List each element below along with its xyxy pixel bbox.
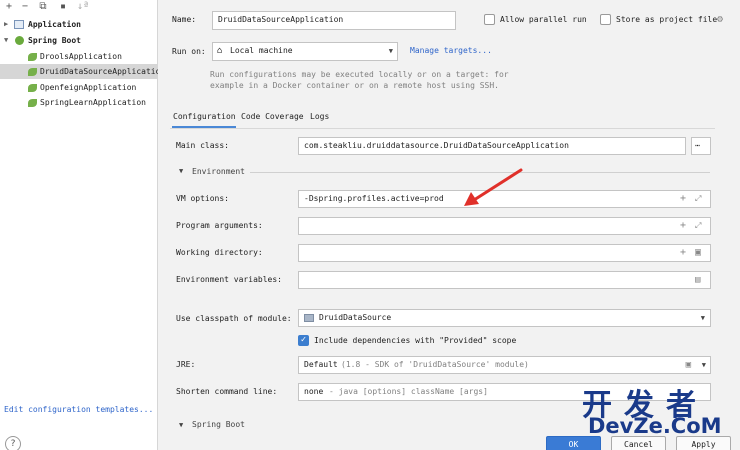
help-button[interactable]: ? (5, 436, 21, 450)
run-on-hint-line1: Run configurations may be executed local… (210, 70, 509, 79)
tree-item-druid-selected[interactable]: DruidDataSourceApplication (0, 64, 158, 79)
spring-leaf-icon (28, 99, 37, 107)
tree-item-springlearn[interactable]: SpringLearnApplication (0, 95, 158, 110)
add-icon[interactable]: + (680, 191, 686, 207)
copy-icon[interactable]: ⧉ (36, 0, 50, 14)
jre-hint: (1.8 - SDK of 'DruidDataSource' module) (341, 360, 529, 369)
section-divider (250, 172, 710, 173)
name-label: Name: (172, 15, 197, 24)
browse-main-class-button[interactable]: ⋯ (691, 137, 711, 155)
run-on-value: Local machine (230, 46, 293, 55)
environment-variables-input[interactable] (298, 271, 711, 289)
folder-icon[interactable]: ▣ (686, 357, 691, 373)
run-on-dropdown[interactable]: ⌂ Local machine ▼ (212, 42, 398, 61)
chevron-right-icon[interactable]: ▶ (4, 17, 8, 32)
allow-parallel-label: Allow parallel run (500, 15, 587, 24)
remove-icon[interactable]: − (18, 0, 32, 14)
chevron-down-icon: ▼ (701, 361, 706, 369)
ok-button[interactable]: OK (546, 436, 601, 450)
add-icon[interactable]: + (680, 245, 686, 261)
tab-code-coverage[interactable]: Code Coverage (241, 112, 304, 121)
spring-leaf-icon (28, 53, 37, 61)
add-icon[interactable]: + (680, 218, 686, 234)
include-provided-label: Include dependencies with "Provided" sco… (314, 336, 517, 345)
tab-separator (170, 128, 715, 129)
tree-item-label: DroolsApplication (40, 52, 122, 61)
store-project-label: Store as project file (616, 15, 718, 24)
run-on-label: Run on: (172, 47, 206, 56)
spring-boot-section-title: Spring Boot (192, 420, 245, 429)
manage-targets-link[interactable]: Manage targets... (410, 46, 492, 55)
jre-value: Default (304, 360, 338, 369)
jre-label: JRE: (176, 360, 196, 369)
chevron-down-icon[interactable]: ▼ (179, 167, 183, 175)
tree-item-drools[interactable]: DroolsApplication (0, 49, 158, 64)
app-config-icon (14, 20, 24, 29)
name-input[interactable]: DruidDataSourceApplication (212, 11, 456, 30)
program-arguments-label: Program arguments: (176, 221, 263, 230)
environment-section-title: Environment (192, 167, 245, 176)
run-on-hint-line2: example in a Docker container or on a re… (210, 81, 499, 90)
edit-templates-link[interactable]: Edit configuration templates... (4, 405, 153, 414)
working-directory-label: Working directory: (176, 248, 263, 257)
chevron-down-icon[interactable]: ▼ (179, 421, 183, 429)
classpath-label: Use classpath of module: (176, 314, 292, 323)
folder-icon[interactable]: ▪ (56, 0, 70, 14)
tree-item-label: SpringLearnApplication (40, 98, 146, 107)
document-icon[interactable]: ▤ (695, 272, 700, 288)
vm-options-input[interactable]: -Dspring.profiles.active=prod (298, 190, 711, 208)
tab-logs[interactable]: Logs (310, 112, 329, 121)
sort-icon[interactable]: ↓ª (76, 0, 90, 14)
spring-leaf-icon (28, 84, 37, 92)
apply-button[interactable]: Apply (676, 436, 731, 450)
tree-item-spring-boot[interactable]: ▼ Spring Boot (0, 33, 158, 48)
spring-boot-icon (15, 36, 24, 45)
watermark-english: DevZe.CoM (588, 414, 722, 438)
module-folder-icon (304, 314, 314, 322)
tree-item-label: Application (28, 20, 81, 29)
jre-dropdown[interactable]: Default (1.8 - SDK of 'DruidDataSource' … (298, 356, 711, 374)
shorten-command-value: none (304, 387, 324, 396)
expand-icon[interactable]: ⤢ (695, 191, 701, 207)
cancel-button[interactable]: Cancel (611, 436, 666, 450)
vm-options-label: VM options: (176, 194, 229, 203)
chevron-down-icon: ▼ (388, 47, 393, 55)
expand-icon[interactable]: ⤢ (695, 218, 701, 234)
store-project-checkbox[interactable] (600, 14, 611, 25)
environment-variables-label: Environment variables: (176, 275, 282, 284)
classpath-module-value: DruidDataSource (319, 313, 392, 322)
shorten-command-hint: - java [options] className [args] (329, 387, 488, 396)
chevron-down-icon: ▼ (700, 314, 705, 322)
working-directory-input[interactable] (298, 244, 711, 262)
main-class-label: Main class: (176, 141, 229, 150)
tree-toolbar: + − ⧉ ▪ ↓ª (0, 0, 158, 14)
tree-item-label: OpenfeignApplication (40, 83, 137, 92)
tree-item-label: Spring Boot (28, 36, 81, 45)
add-icon[interactable]: + (2, 0, 16, 14)
gear-icon[interactable]: ⚙ (717, 14, 723, 25)
shorten-command-label: Shorten command line: (176, 387, 278, 396)
home-icon: ⌂ (217, 46, 223, 56)
program-arguments-input[interactable] (298, 217, 711, 235)
folder-icon[interactable]: ▣ (695, 245, 701, 261)
allow-parallel-checkbox[interactable] (484, 14, 495, 25)
include-provided-checkbox[interactable]: ✓ (298, 335, 309, 346)
tree-item-openfeign[interactable]: OpenfeignApplication (0, 80, 158, 95)
tree-item-application[interactable]: ▶ Application (0, 17, 158, 32)
main-class-input[interactable]: com.steakliu.druiddatasource.DruidDataSo… (298, 137, 686, 155)
tab-configuration[interactable]: Configuration (173, 112, 236, 121)
chevron-down-icon[interactable]: ▼ (4, 33, 8, 48)
tree-item-label: DruidDataSourceApplication (40, 67, 158, 76)
classpath-module-dropdown[interactable]: DruidDataSource ▼ (298, 309, 711, 327)
configurations-tree-panel: + − ⧉ ▪ ↓ª ▶ Application ▼ Spring Boot D… (0, 0, 158, 450)
spring-leaf-icon (28, 68, 37, 76)
